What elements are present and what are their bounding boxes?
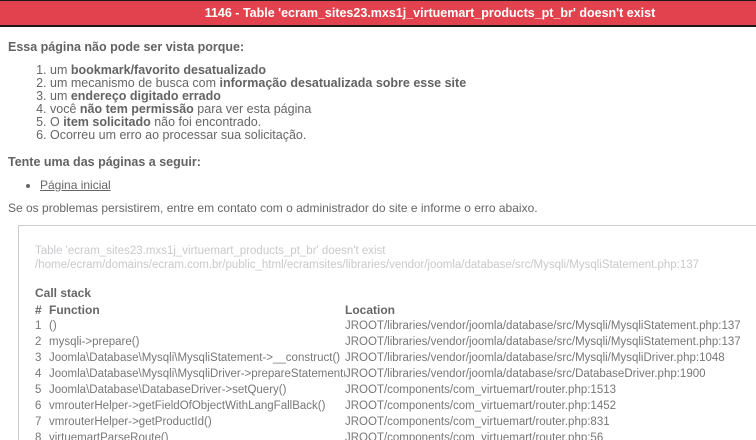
stack-num: 2 bbox=[35, 336, 42, 348]
callstack-table: # Function Location 1 () JROOT/libraries… bbox=[35, 302, 756, 440]
stack-num: 8 bbox=[35, 432, 42, 440]
stack-num: 4 bbox=[35, 368, 42, 380]
error-banner: 1146 - Table 'ecram_sites23.mxs1j_virtue… bbox=[0, 0, 756, 27]
stack-num: 1 bbox=[35, 320, 42, 332]
error-message: Table 'ecram_sites23.mxs1j_virtuemart_pr… bbox=[35, 245, 386, 257]
stack-location: JROOT/libraries/vendor/joomla/database/s… bbox=[345, 352, 725, 364]
suggestions-list: Página inicial bbox=[8, 179, 756, 192]
stack-function: virtuemartParseRoute() bbox=[49, 432, 169, 440]
error-details-message-block: Table 'ecram_sites23.mxs1j_virtuemart_pr… bbox=[35, 245, 756, 272]
callstack-row: 4 Joomla\Database\Mysqli\MysqliDriver->p… bbox=[35, 366, 756, 382]
column-header-function: Function bbox=[49, 303, 100, 317]
stack-function: () bbox=[49, 320, 57, 332]
stack-function: Joomla\Database\Mysqli\MysqliDriver->pre… bbox=[49, 368, 345, 380]
stack-num: 3 bbox=[35, 352, 42, 364]
callstack-header-row: # Function Location bbox=[35, 302, 756, 318]
suggestion-item: Página inicial bbox=[40, 179, 756, 192]
stack-num: 5 bbox=[35, 384, 42, 396]
callstack-row: 3 Joomla\Database\Mysqli\MysqliStatement… bbox=[35, 350, 756, 366]
column-header-num: # bbox=[35, 303, 42, 317]
suggestions-heading: Tente uma das páginas a seguir: bbox=[8, 155, 201, 169]
reason-item: Ocorreu um erro ao processar sua solicit… bbox=[50, 129, 756, 142]
stack-location: JROOT/libraries/vendor/joomla/database/s… bbox=[345, 320, 741, 332]
callstack-row: 2 mysqli->prepare() JROOT/libraries/vend… bbox=[35, 334, 756, 350]
callstack-row: 1 () JROOT/libraries/vendor/joomla/datab… bbox=[35, 318, 756, 334]
stack-function: Joomla\Database\Mysqli\MysqliStatement->… bbox=[49, 352, 341, 364]
column-header-location: Location bbox=[345, 303, 395, 317]
callstack-row: 5 Joomla\Database\DatabaseDriver->setQue… bbox=[35, 382, 756, 398]
error-page: 1146 - Table 'ecram_sites23.mxs1j_virtue… bbox=[0, 0, 756, 440]
stack-location: JROOT/libraries/vendor/joomla/database/s… bbox=[345, 368, 706, 380]
stack-num: 6 bbox=[35, 400, 42, 412]
callstack-heading: Call stack bbox=[35, 286, 92, 300]
error-banner-text: 1146 - Table 'ecram_sites23.mxs1j_virtue… bbox=[204, 6, 656, 20]
reasons-heading: Essa página não pode ser vista porque: bbox=[8, 40, 245, 54]
error-file-path: /home/ecram/domains/ecram.com.br/public_… bbox=[35, 258, 700, 271]
stack-function: Joomla\Database\DatabaseDriver->setQuery… bbox=[49, 384, 287, 396]
home-page-link[interactable]: Página inicial bbox=[40, 178, 111, 192]
error-details-box: Table 'ecram_sites23.mxs1j_virtuemart_pr… bbox=[18, 225, 756, 440]
callstack-row: 8 virtuemartParseRoute() JROOT/component… bbox=[35, 430, 756, 440]
stack-location: JROOT/components/com_virtuemart/router.p… bbox=[345, 384, 617, 396]
stack-location: JROOT/libraries/vendor/joomla/database/s… bbox=[345, 336, 741, 348]
stack-location: JROOT/components/com_virtuemart/router.p… bbox=[345, 416, 610, 428]
stack-location: JROOT/components/com_virtuemart/router.p… bbox=[345, 432, 604, 440]
callstack-row: 6 vmrouterHelper->getFieldOfObjectWithLa… bbox=[35, 398, 756, 414]
stack-function: mysqli->prepare() bbox=[49, 336, 140, 348]
contact-admin-note: Se os problemas persistirem, entre em co… bbox=[8, 201, 538, 215]
stack-function: vmrouterHelper->getFieldOfObjectWithLang… bbox=[49, 400, 326, 412]
stack-location: JROOT/components/com_virtuemart/router.p… bbox=[345, 400, 617, 412]
callstack-row: 7 vmrouterHelper->getProductId() JROOT/c… bbox=[35, 414, 756, 430]
reasons-list: um bookmark/favorito desatualizado um me… bbox=[8, 64, 756, 142]
stack-function: vmrouterHelper->getProductId() bbox=[49, 416, 212, 428]
stack-num: 7 bbox=[35, 416, 42, 428]
page-content: Essa página não pode ser vista porque: u… bbox=[8, 40, 756, 440]
